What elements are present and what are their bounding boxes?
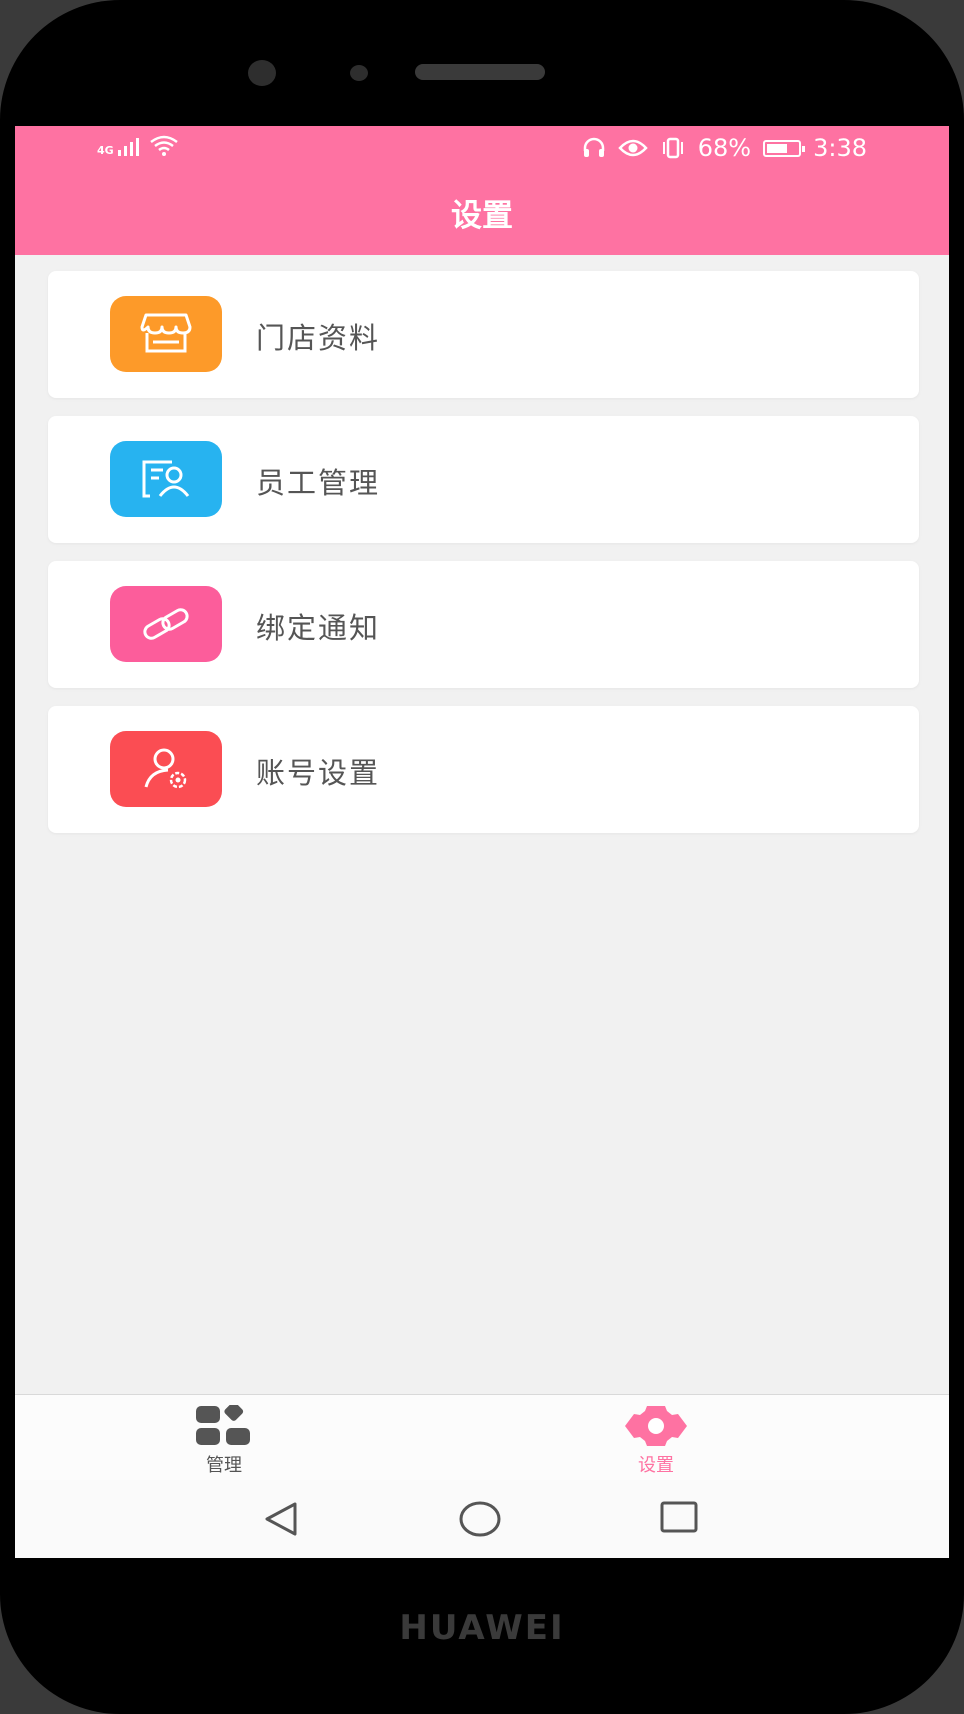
grid-apps-icon	[196, 1405, 250, 1445]
settings-menu: 门店资料 员工管理 绑定通知 账号设置	[48, 271, 919, 851]
eye-icon	[618, 139, 648, 157]
clock: 3:38	[813, 134, 867, 162]
device-brand-logo: HUAWEI	[399, 1608, 565, 1648]
headset-icon	[583, 137, 604, 157]
wifi-icon	[149, 135, 178, 156]
network-type: 4G	[97, 144, 114, 157]
battery-percent: 68%	[697, 134, 752, 162]
recents-icon[interactable]	[659, 1500, 699, 1536]
proximity-sensor	[350, 65, 368, 81]
app-header: 4G 68% 3:38 设置	[15, 126, 949, 255]
tab-label: 设置	[638, 1455, 674, 1476]
gear-icon	[625, 1406, 687, 1446]
tab-label: 管理	[206, 1455, 242, 1476]
menu-item-bind-notifications[interactable]: 绑定通知	[48, 561, 919, 688]
tab-settings[interactable]: 设置	[596, 1405, 716, 1477]
bottom-tab-bar: 管理 设置	[15, 1394, 949, 1481]
signal-icon	[117, 136, 139, 156]
home-icon[interactable]	[458, 1499, 502, 1539]
menu-item-label: 员工管理	[256, 466, 381, 500]
back-icon[interactable]	[261, 1500, 301, 1538]
menu-item-label: 门店资料	[256, 321, 381, 355]
user-settings-icon	[110, 731, 222, 807]
page-title: 设置	[451, 198, 513, 234]
menu-item-staff-management[interactable]: 员工管理	[48, 416, 919, 543]
status-bar: 4G 68% 3:38	[15, 126, 949, 166]
earpiece-speaker	[415, 64, 545, 80]
phone-frame: 4G 68% 3:38 设置 门店资料 员工管理 绑定通知 账号设置 管理 设置…	[0, 0, 964, 1714]
battery-icon	[763, 139, 806, 157]
system-navigation-bar	[15, 1480, 949, 1558]
link-icon	[110, 586, 222, 662]
menu-item-label: 绑定通知	[256, 611, 381, 645]
menu-item-store-info[interactable]: 门店资料	[48, 271, 919, 398]
staff-card-icon	[110, 441, 222, 517]
tab-management[interactable]: 管理	[164, 1405, 284, 1477]
front-camera	[248, 60, 276, 86]
menu-item-label: 账号设置	[256, 756, 381, 790]
menu-item-account-settings[interactable]: 账号设置	[48, 706, 919, 833]
app-screen: 4G 68% 3:38 设置 门店资料 员工管理 绑定通知 账号设置 管理 设置	[15, 126, 949, 1558]
vibrate-icon	[662, 137, 683, 159]
store-icon	[110, 296, 222, 372]
